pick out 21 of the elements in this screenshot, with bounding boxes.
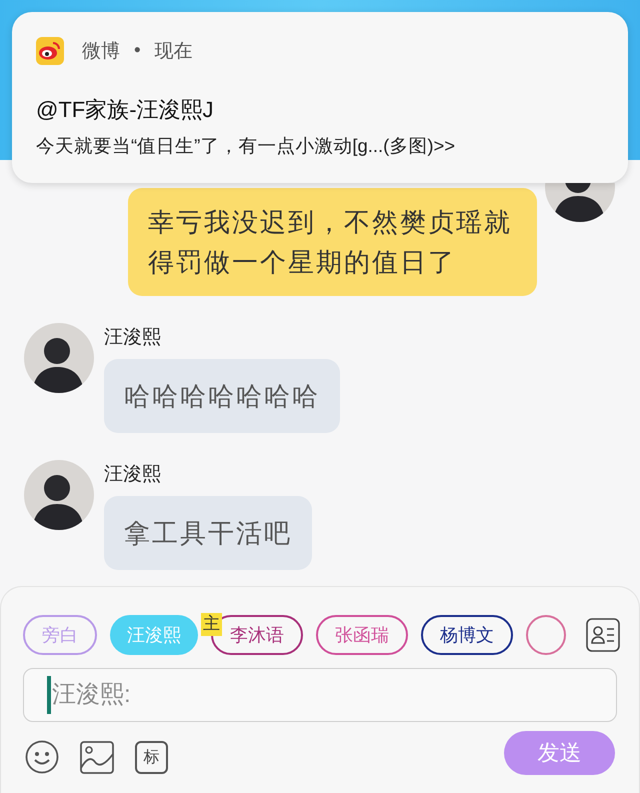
- sender-name: 汪浚熙: [104, 326, 162, 350]
- app-icon: [36, 37, 64, 65]
- notification-text: 今天就要当“值日生”了，有一点小激动[g...(多图)>>: [36, 134, 456, 158]
- owner-badge: 主: [201, 613, 222, 636]
- notification-time: 现在: [154, 40, 193, 64]
- sender-name: 汪浚熙: [104, 463, 162, 487]
- app-name: 微博: [82, 40, 120, 64]
- tag-button[interactable]: 标: [135, 740, 168, 774]
- role-chip[interactable]: [526, 615, 566, 655]
- notification-card[interactable]: 微博 • 现在 @TF家族-汪浚熙J 今天就要当“值日生”了，有一点小激动[g...(多图)>>: [12, 12, 628, 183]
- contacts-icon[interactable]: [586, 618, 620, 652]
- role-chip[interactable]: 张函瑞: [316, 615, 408, 655]
- image-icon[interactable]: [80, 740, 114, 774]
- message-bubble: 哈哈哈哈哈哈哈: [104, 359, 340, 433]
- message-bubble: 拿工具干活吧: [104, 496, 312, 570]
- role-chip[interactable]: 杨博文: [421, 615, 513, 655]
- separator-dot: •: [134, 40, 141, 62]
- message-input[interactable]: 汪浚熙:: [23, 668, 617, 722]
- notification-title: @TF家族-汪浚熙J: [36, 96, 215, 124]
- message-bubble: 幸亏我没迟到，不然樊贞瑶就得罚做一个星期的值日了: [128, 188, 537, 296]
- emoji-icon[interactable]: [25, 740, 59, 774]
